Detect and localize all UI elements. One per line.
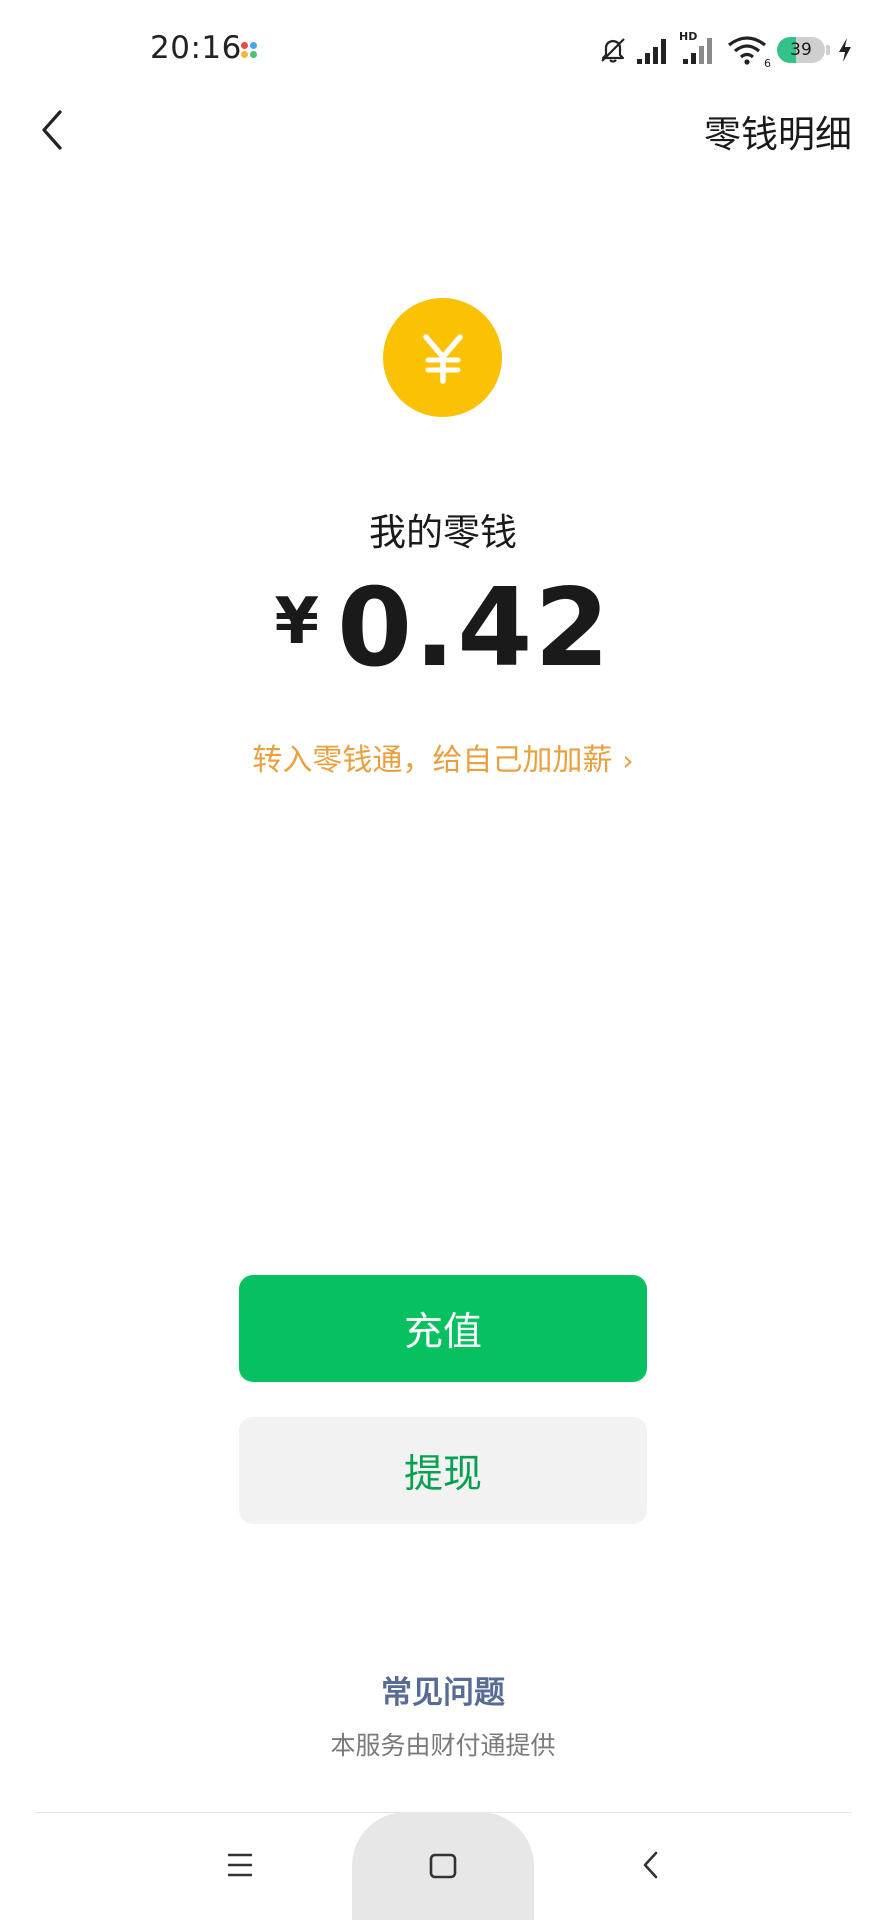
recharge-button[interactable]: 充值	[239, 1275, 647, 1382]
nav-menu-button[interactable]	[218, 1843, 262, 1887]
signal-hd-icon: HD	[679, 30, 721, 66]
balance-details-link[interactable]: 零钱明细	[704, 104, 852, 158]
faq-link[interactable]: 常见问题	[0, 1667, 886, 1712]
battery-level: 39	[790, 40, 812, 60]
wallet-page: 20:16 HD 6 39 零钱明细 我的零钱 ¥ 0.42 转入零钱通，给自己…	[0, 0, 886, 1920]
nav-home-button[interactable]	[352, 1812, 534, 1920]
mute-bell-icon	[601, 38, 625, 63]
chevron-right-icon: ›	[622, 744, 634, 777]
back-icon	[643, 1851, 658, 1879]
signal-icon	[637, 39, 666, 64]
promo-text: 转入零钱通，给自己加加薪	[252, 743, 613, 778]
balance-amount: ¥0.42	[0, 575, 886, 683]
chevron-left-icon	[42, 110, 62, 150]
status-bar: 20:16 HD 6 39	[0, 0, 886, 100]
back-button[interactable]	[20, 98, 84, 162]
system-nav-bar	[0, 1812, 886, 1920]
wifi-icon: 6	[727, 34, 771, 70]
wifi-badge: 6	[764, 57, 771, 70]
app-notification-icon	[241, 42, 257, 58]
balance-label: 我的零钱	[369, 511, 517, 554]
provider-text: 本服务由财付通提供	[330, 1731, 556, 1760]
charging-icon	[839, 38, 851, 62]
nav-back-button[interactable]	[630, 1843, 674, 1887]
withdraw-button[interactable]: 提现	[239, 1417, 647, 1524]
promo-link[interactable]: 转入零钱通，给自己加加薪 ›	[0, 735, 886, 779]
status-icons: HD 6 39	[591, 30, 854, 70]
amount-value: 0.42	[337, 566, 612, 691]
home-icon	[429, 1853, 457, 1879]
battery-tip	[826, 45, 830, 55]
currency-symbol: ¥	[274, 585, 320, 659]
yuan-icon	[422, 333, 463, 384]
menu-icon	[228, 1853, 252, 1877]
battery-icon: 39	[777, 37, 825, 63]
status-time: 20:16	[150, 30, 242, 66]
wallet-coin-icon	[383, 298, 502, 417]
